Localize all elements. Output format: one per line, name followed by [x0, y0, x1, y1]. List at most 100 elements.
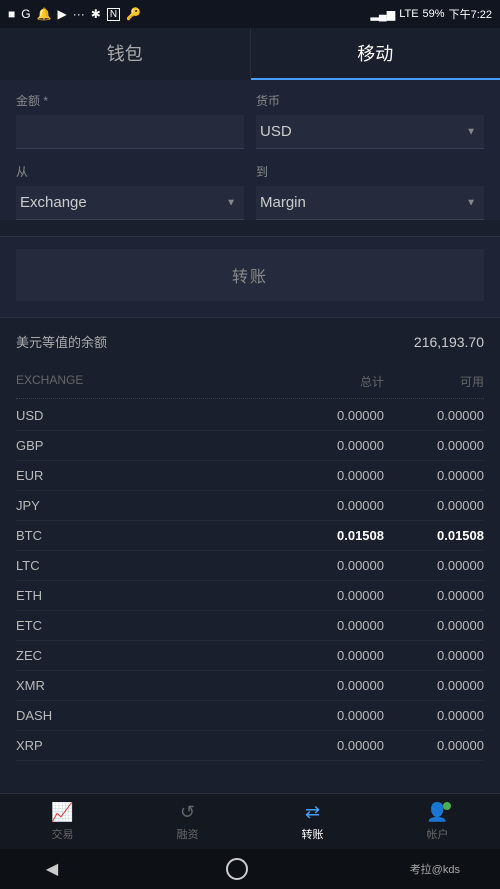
row-total: 0.00000 [274, 408, 384, 423]
system-right: 考拉@kds [410, 861, 460, 877]
trade-icon: 📈 [51, 802, 73, 823]
time-label: 下午7:22 [449, 6, 492, 22]
row-avail: 0.00000 [384, 438, 484, 453]
online-dot [443, 802, 451, 810]
transfer-btn-section: 转账 [0, 236, 500, 317]
transfer-button[interactable]: 转账 [16, 249, 484, 301]
to-group: 到 Margin [256, 163, 484, 220]
table-rows-container: USD0.000000.00000GBP0.000000.00000EUR0.0… [16, 401, 484, 761]
back-button[interactable]: ◀ [40, 857, 64, 881]
account-icon: 👤 [426, 802, 448, 823]
row-total: 0.00000 [274, 438, 384, 453]
nav-account-label: 帐户 [427, 826, 449, 842]
table-row[interactable]: DASH0.000000.00000 [16, 701, 484, 731]
to-select-wrapper: Margin [256, 186, 484, 220]
menu-icon: ■ [8, 7, 15, 21]
amount-group: 金额 * [16, 92, 244, 149]
currency-select[interactable]: USD [256, 115, 484, 149]
tab-wallet[interactable]: 钱包 [0, 28, 251, 80]
form-section: 金额 * 货币 USD 从 Exchange [0, 80, 500, 220]
currency-group: 货币 USD [256, 92, 484, 149]
amount-currency-row: 金额 * 货币 USD [16, 92, 484, 149]
g-icon: G [21, 7, 30, 21]
table-row[interactable]: GBP0.000000.00000 [16, 431, 484, 461]
play-icon: ▶ [58, 7, 67, 21]
home-button[interactable] [226, 858, 248, 880]
table-row[interactable]: XRP0.000000.00000 [16, 731, 484, 761]
row-currency: EUR [16, 468, 274, 483]
key-icon: 🔑 [126, 7, 141, 21]
row-total: 0.00000 [274, 678, 384, 693]
row-total: 0.00000 [274, 588, 384, 603]
row-avail: 0.00000 [384, 588, 484, 603]
table-row[interactable]: ETC0.000000.00000 [16, 611, 484, 641]
row-total: 0.00000 [274, 618, 384, 633]
row-avail: 0.00000 [384, 648, 484, 663]
content-area: 钱包 移动 金额 * 货币 USD 从 [0, 28, 500, 793]
signal-label: LTE [399, 8, 418, 20]
row-currency: ZEC [16, 648, 274, 663]
system-bar: ◀ 考拉@kds [0, 849, 500, 889]
from-select[interactable]: Exchange [16, 186, 244, 220]
amount-input[interactable] [16, 115, 244, 149]
row-total: 0.00000 [274, 738, 384, 753]
col-total-header: 总计 [274, 373, 384, 390]
row-total: 0.01508 [274, 528, 384, 543]
balance-label: 美元等值的余额 [16, 332, 107, 351]
table-row[interactable]: XMR0.000000.00000 [16, 671, 484, 701]
nav-fund-label: 融资 [177, 826, 199, 842]
row-total: 0.00000 [274, 558, 384, 573]
table-row[interactable]: BTC0.015080.01508 [16, 521, 484, 551]
bottom-nav: 📈 交易 ↺ 融资 ⇄ 转账 👤 帐户 [0, 793, 500, 849]
row-currency: DASH [16, 708, 274, 723]
row-avail: 0.00000 [384, 408, 484, 423]
nav-trade[interactable]: 📈 交易 [0, 802, 125, 842]
nav-fund[interactable]: ↺ 融资 [125, 802, 250, 842]
nfc-icon: N [107, 8, 120, 21]
row-avail: 0.01508 [384, 528, 484, 543]
from-select-wrapper: Exchange [16, 186, 244, 220]
row-currency: XRP [16, 738, 274, 753]
to-label: 到 [256, 163, 484, 180]
row-currency: ETH [16, 588, 274, 603]
table-row[interactable]: EUR0.000000.00000 [16, 461, 484, 491]
tab-mobile[interactable]: 移动 [251, 28, 500, 80]
row-currency: XMR [16, 678, 274, 693]
table-row[interactable]: ZEC0.000000.00000 [16, 641, 484, 671]
status-right-info: ▂▄▆ LTE 59% 下午7:22 [370, 6, 492, 22]
balance-value: 216,193.70 [414, 334, 484, 350]
col-avail-header: 可用 [384, 373, 484, 390]
nav-account[interactable]: 👤 帐户 [375, 802, 500, 842]
nav-transfer-label: 转账 [302, 826, 324, 842]
row-currency: GBP [16, 438, 274, 453]
table-header: EXCHANGE 总计 可用 [16, 365, 484, 399]
row-currency: LTC [16, 558, 274, 573]
fund-icon: ↺ [180, 802, 195, 823]
row-avail: 0.00000 [384, 618, 484, 633]
table-section: EXCHANGE 总计 可用 USD0.000000.00000GBP0.000… [0, 365, 500, 761]
from-label: 从 [16, 163, 244, 180]
amount-label: 金额 * [16, 92, 244, 109]
section-label: EXCHANGE [16, 373, 274, 390]
to-select[interactable]: Margin [256, 186, 484, 220]
bluetooth-icon: ✱ [91, 7, 101, 21]
row-avail: 0.00000 [384, 558, 484, 573]
row-avail: 0.00000 [384, 468, 484, 483]
watermark: 考拉@kds [410, 861, 460, 877]
row-currency: ETC [16, 618, 274, 633]
dots-icon: ··· [73, 7, 85, 21]
row-total: 0.00000 [274, 468, 384, 483]
status-left-icons: ■ G 🔔 ▶ ··· ✱ N 🔑 [8, 7, 141, 21]
row-avail: 0.00000 [384, 498, 484, 513]
nav-trade-label: 交易 [52, 826, 74, 842]
row-total: 0.00000 [274, 648, 384, 663]
row-total: 0.00000 [274, 498, 384, 513]
table-row[interactable]: JPY0.000000.00000 [16, 491, 484, 521]
row-currency: BTC [16, 528, 274, 543]
nav-transfer[interactable]: ⇄ 转账 [250, 802, 375, 842]
transfer-icon: ⇄ [305, 802, 320, 823]
table-row[interactable]: USD0.000000.00000 [16, 401, 484, 431]
table-row[interactable]: LTC0.000000.00000 [16, 551, 484, 581]
from-to-row: 从 Exchange 到 Margin [16, 163, 484, 220]
table-row[interactable]: ETH0.000000.00000 [16, 581, 484, 611]
